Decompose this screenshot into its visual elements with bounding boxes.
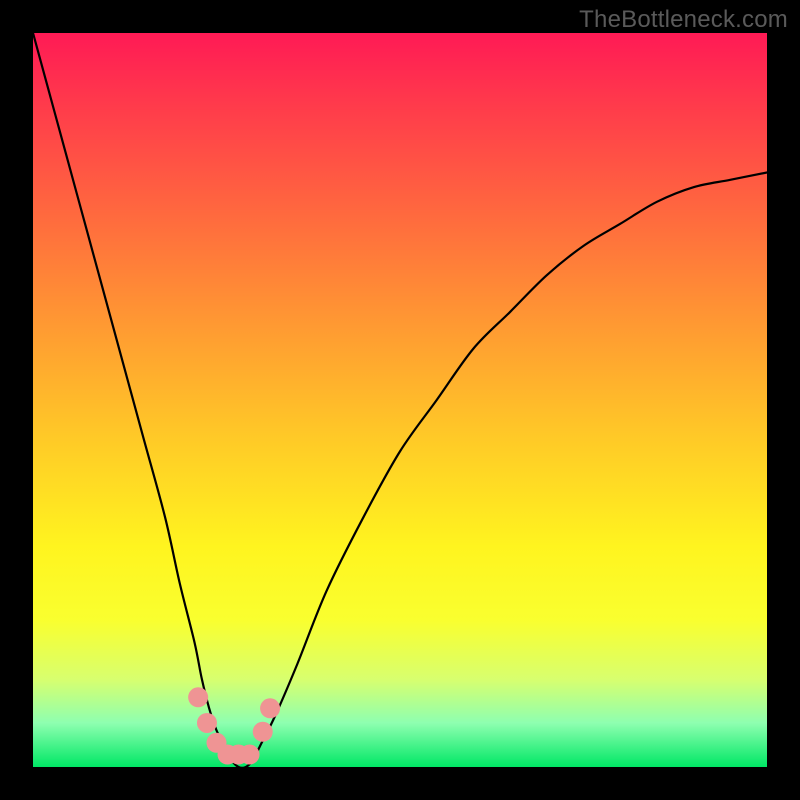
curve-marker — [197, 713, 217, 733]
outer-frame: TheBottleneck.com — [0, 0, 800, 800]
curve-markers — [188, 687, 280, 764]
curve-marker — [260, 698, 280, 718]
curve-marker — [240, 745, 260, 765]
watermark-text: TheBottleneck.com — [579, 6, 788, 34]
bottleneck-chart — [33, 33, 767, 767]
curve-marker — [188, 687, 208, 707]
plot-area — [33, 33, 767, 767]
bottleneck-curve — [33, 33, 767, 767]
curve-marker — [253, 722, 273, 742]
curve-layer — [33, 33, 767, 767]
